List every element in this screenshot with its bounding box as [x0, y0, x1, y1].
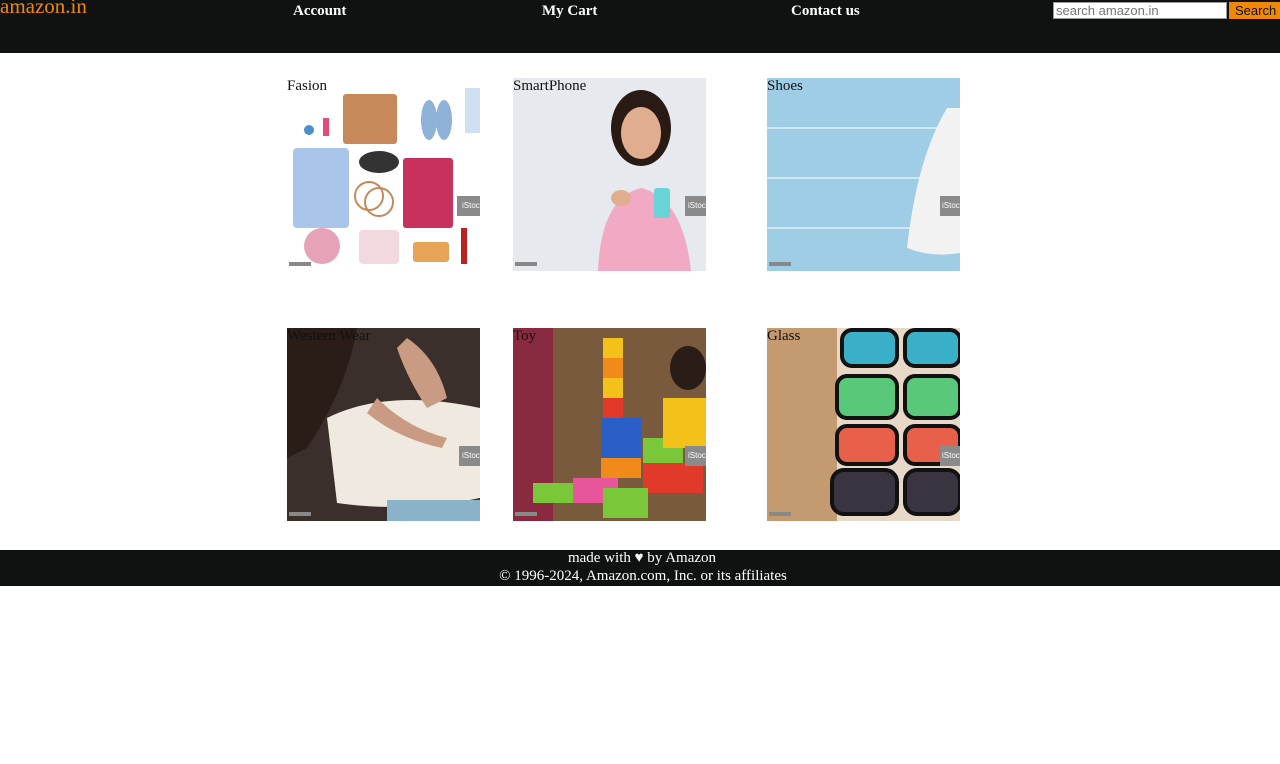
search-button[interactable]: Search — [1229, 2, 1280, 19]
top-navbar: amazon.in Account My Cart Contact us Sea… — [0, 0, 1280, 53]
istock-watermark: iStock — [462, 201, 480, 210]
search-input[interactable] — [1053, 2, 1227, 19]
made-with-text: made with — [567, 550, 635, 566]
heart-icon: ♥ — [634, 550, 644, 566]
category-label: SmartPhone — [513, 78, 587, 94]
nav-contact-us-link[interactable]: Contact us — [791, 3, 860, 20]
category-tile-smartphone[interactable]: iStock SmartPhone — [513, 78, 706, 271]
western-wear-image: iStock — [287, 328, 480, 521]
category-tile-glass[interactable]: iStock Glass — [767, 328, 960, 521]
glass-image: iStock — [767, 328, 960, 521]
shoes-image: iStock — [767, 78, 960, 271]
category-tile-shoes[interactable]: iStock Shoes — [767, 78, 960, 271]
footer-made-with: made with ♥ by Amazon — [0, 550, 1280, 567]
category-label: Glass — [767, 328, 801, 344]
fashion-image: iStock — [287, 78, 480, 271]
category-tile-western-wear[interactable]: iStock Western Wear — [287, 328, 480, 521]
toy-image: iStock — [513, 328, 706, 521]
category-tile-fashion[interactable]: iStock Fasion — [287, 78, 480, 271]
footer-copyright: © 1996-2024, Amazon.com, Inc. or its aff… — [499, 568, 787, 584]
istock-watermark: iStock — [942, 451, 960, 460]
footer: made with ♥ by Amazon © 1996-2024, Amazo… — [0, 550, 1280, 586]
nav-my-cart-link[interactable]: My Cart — [542, 3, 597, 20]
category-label: Western Wear — [287, 328, 371, 344]
istock-watermark: iStock — [462, 451, 480, 460]
by-amazon-text: by Amazon — [643, 550, 717, 566]
category-tile-toy[interactable]: iStock Toy — [513, 328, 706, 521]
istock-watermark: iStock — [688, 201, 706, 210]
category-label: Shoes — [767, 78, 803, 94]
category-label: Toy — [513, 328, 537, 344]
nav-account-link[interactable]: Account — [293, 3, 346, 20]
smartphone-image: iStock — [513, 78, 706, 271]
istock-watermark: iStock — [942, 201, 960, 210]
istock-watermark: iStock — [688, 451, 706, 460]
amazon-logo[interactable]: amazon.in — [0, 0, 87, 19]
category-label: Fasion — [287, 78, 328, 94]
